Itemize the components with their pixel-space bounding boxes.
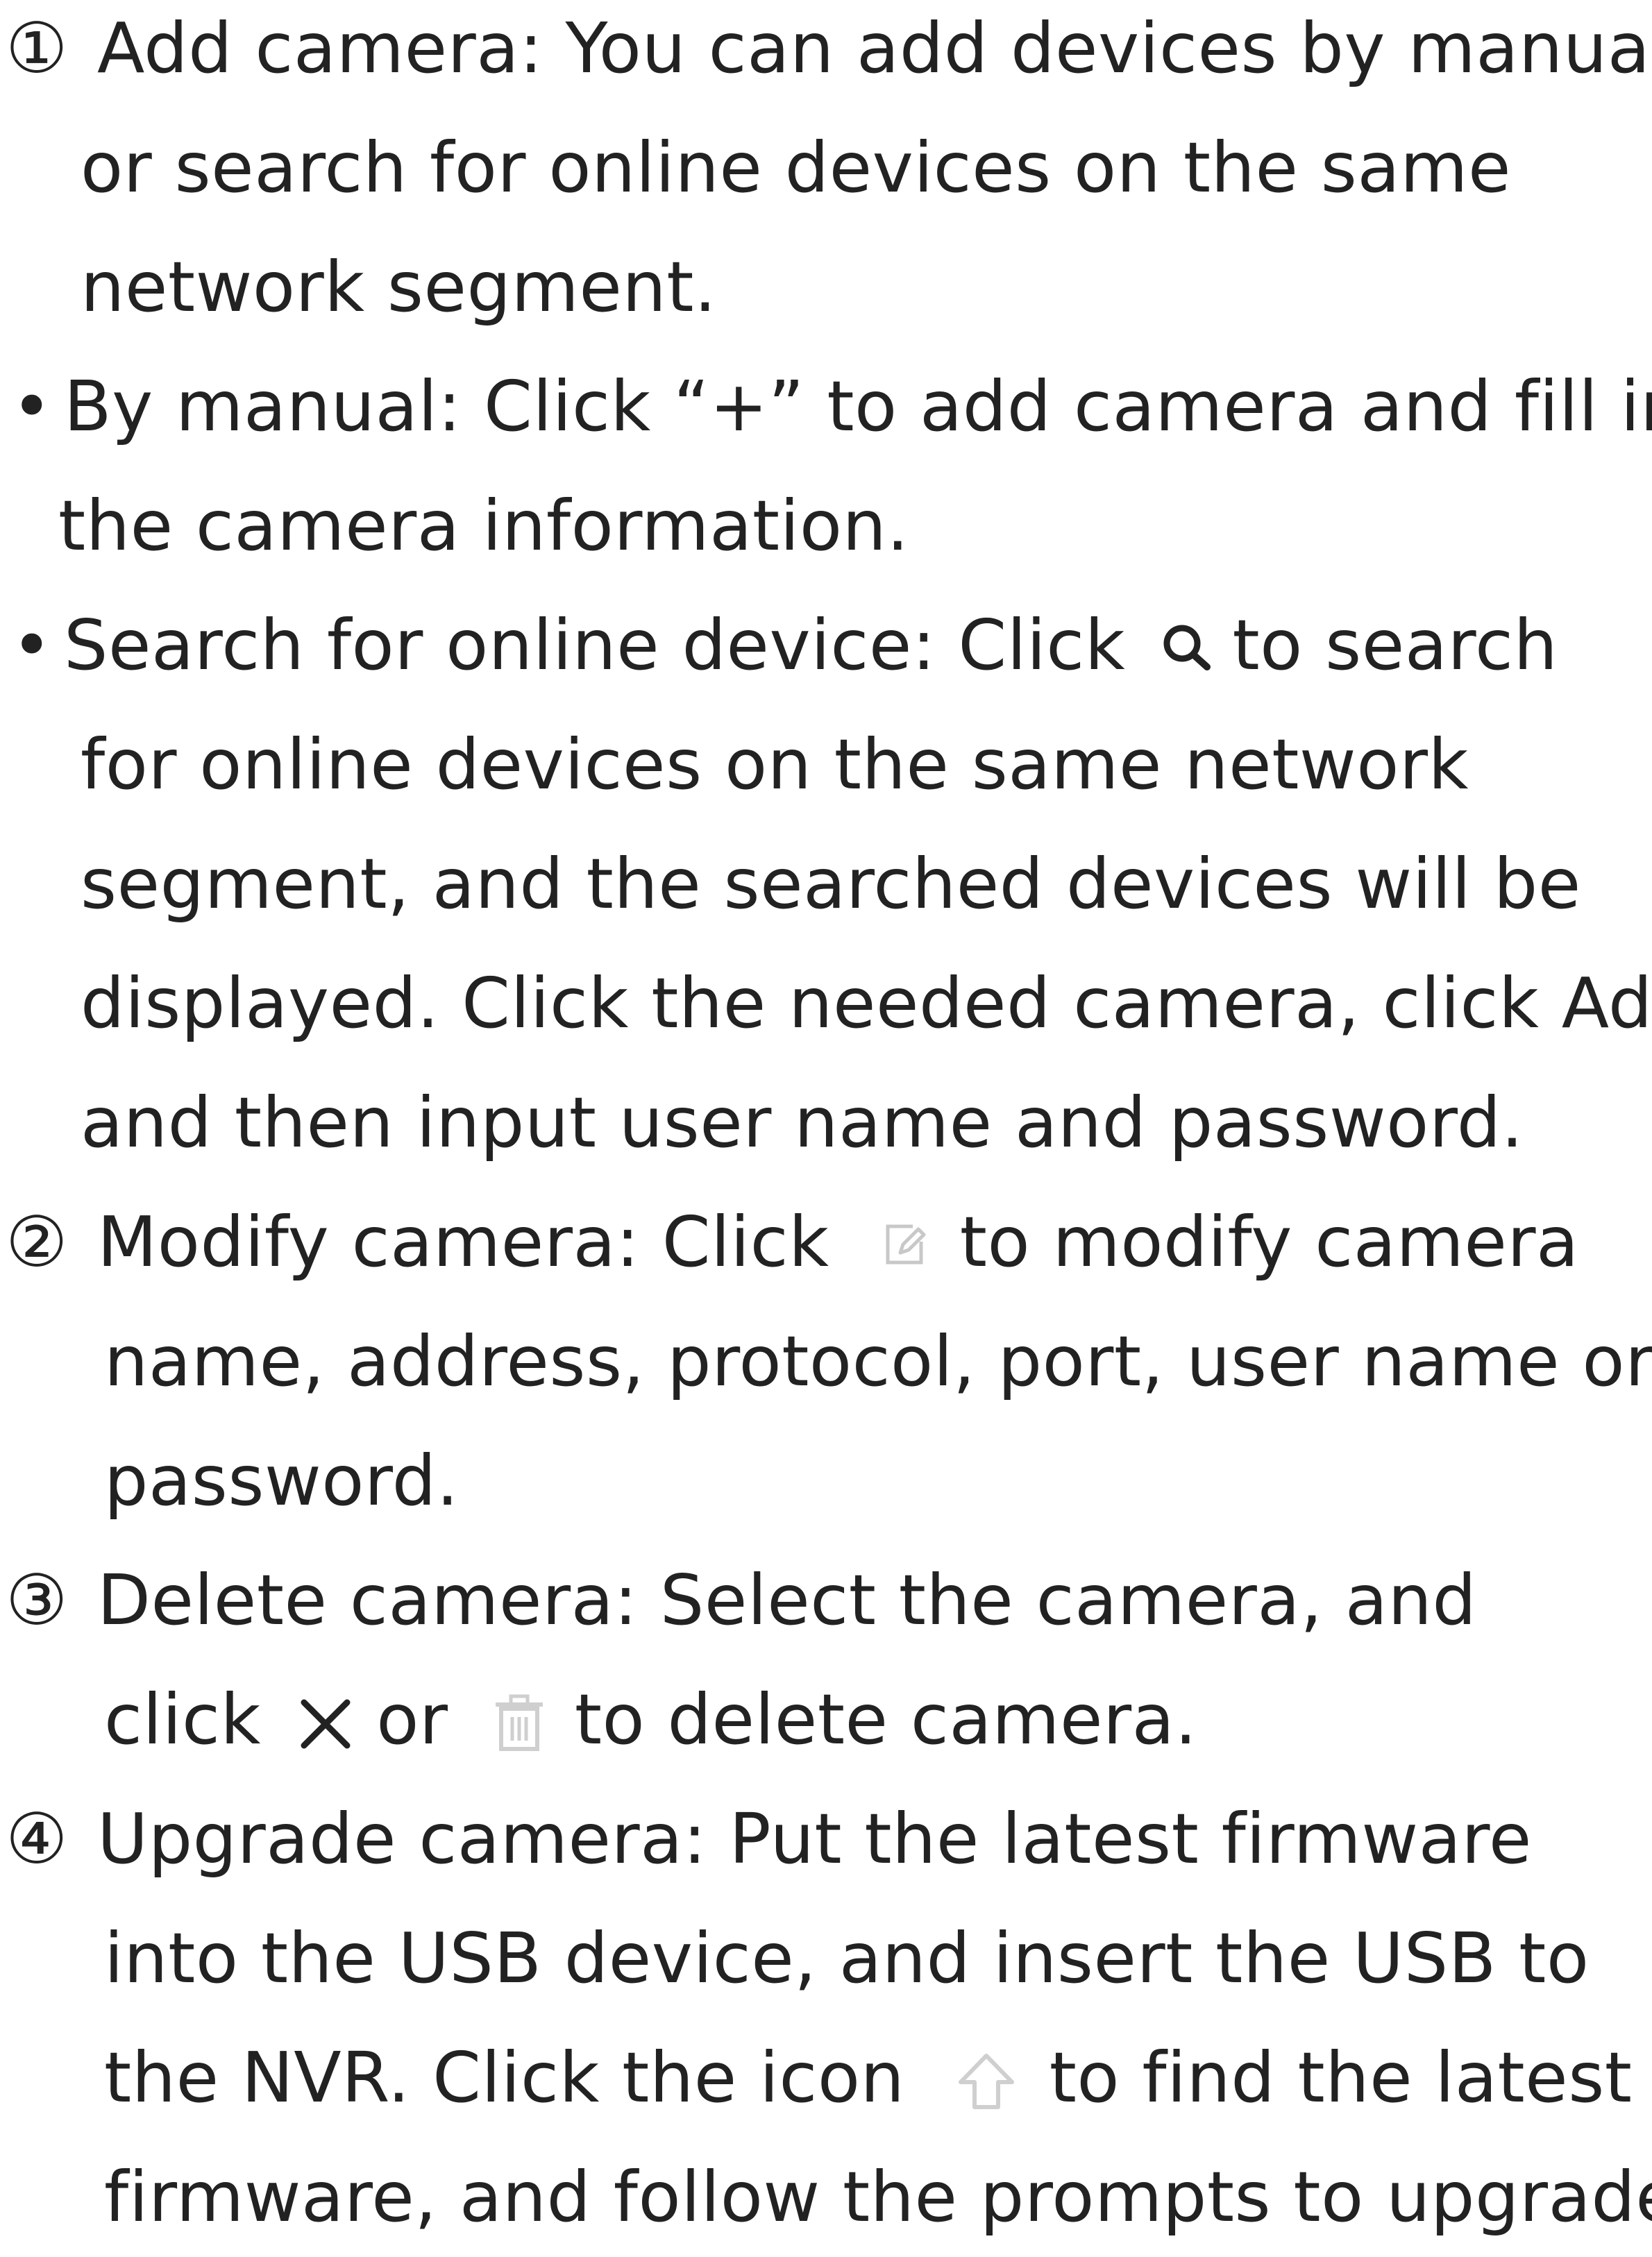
bullet-search-line-5: and then input user name and password. xyxy=(81,1082,1524,1163)
close-icon xyxy=(297,1694,355,1752)
bullet-search-line-2: for online devices on the same network xyxy=(81,724,1469,805)
step-marker-2: ② xyxy=(6,1201,69,1283)
item-delete-camera-line-1: ③ Delete camera: Select the camera, and xyxy=(0,1541,1476,1660)
item-add-camera-line-3: network segment. xyxy=(81,246,717,328)
item-add-camera-line-1: ① Add camera: You can add devices by manu… xyxy=(0,0,1652,108)
item-upgrade-camera-line-3: the NVR. Click the icon to find the late… xyxy=(104,2037,1633,2118)
item-modify-camera-line-1: ② Modify camera: Click to modify camera xyxy=(0,1183,1579,1302)
trash-icon xyxy=(491,1691,547,1753)
step-marker-3: ③ xyxy=(6,1559,69,1641)
step-marker-4: ④ xyxy=(6,1798,69,1879)
item-delete-camera-line-2: click or to delete camera. xyxy=(104,1679,1197,1760)
item-upgrade-camera-line-1: ④ Upgrade camera: Put the latest firmware xyxy=(0,1780,1532,1899)
bullet-by-manual-line-1: • By manual: Click “+” to add camera and … xyxy=(0,347,1652,466)
upload-arrow-icon xyxy=(955,2050,1018,2113)
item-upgrade-camera-line-2: into the USB device, and insert the USB … xyxy=(104,1918,1590,1999)
bullet-marker: • xyxy=(11,605,53,686)
item-modify-camera-line-2: name, address, protocol, port, user name… xyxy=(104,1321,1652,1402)
bullet-marker: • xyxy=(11,366,53,447)
edit-icon xyxy=(877,1217,932,1272)
step-marker-1: ① xyxy=(6,8,69,89)
bullet-search-line-1: • Search for online device: Click to sear… xyxy=(0,586,1558,705)
bullet-search-line-4: displayed. Click the needed camera, clic… xyxy=(81,963,1652,1044)
bullet-by-manual-line-2: the camera information. xyxy=(58,485,909,566)
item-modify-camera-line-3: password. xyxy=(104,1440,460,1521)
search-icon xyxy=(1157,618,1220,674)
item-upgrade-camera-line-4: firmware, and follow the prompts to upgr… xyxy=(104,2156,1652,2238)
bullet-search-line-3: segment, and the searched devices will b… xyxy=(81,843,1581,924)
manual-page: ① Add camera: You can add devices by manu… xyxy=(0,0,1652,2250)
item-add-camera-line-2: or search for online devices on the same xyxy=(81,127,1512,208)
